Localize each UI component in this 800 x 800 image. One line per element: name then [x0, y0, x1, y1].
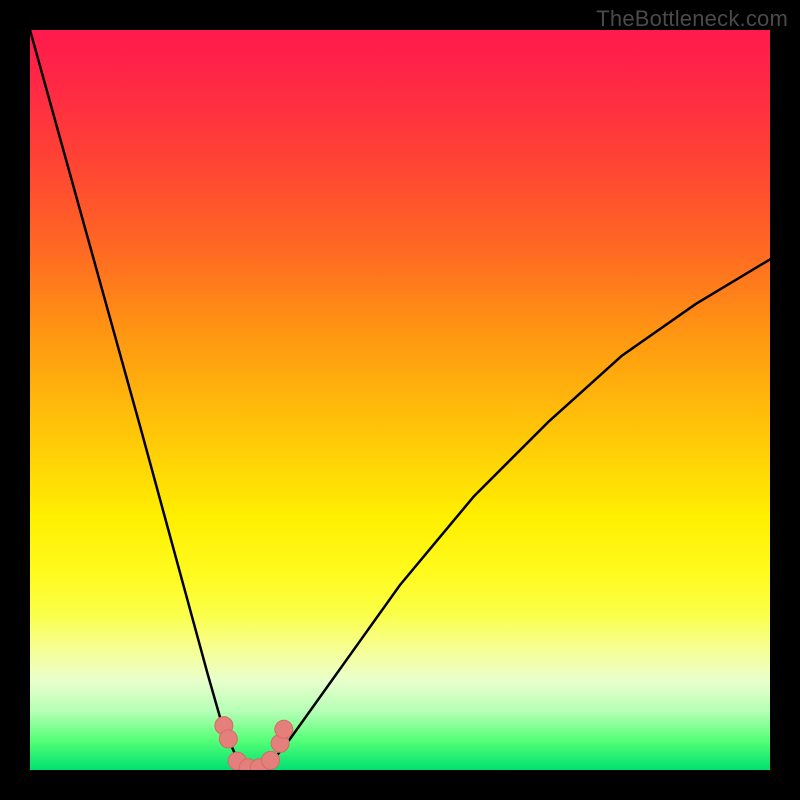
chart-frame: TheBottleneck.com — [0, 0, 800, 800]
curve-markers — [215, 717, 293, 770]
bottleneck-curve — [30, 30, 770, 768]
marker-point — [275, 720, 293, 738]
marker-point — [262, 751, 280, 769]
marker-point — [219, 730, 237, 748]
chart-overlay — [30, 30, 770, 770]
watermark-text: TheBottleneck.com — [596, 6, 788, 32]
plot-area — [30, 30, 770, 770]
